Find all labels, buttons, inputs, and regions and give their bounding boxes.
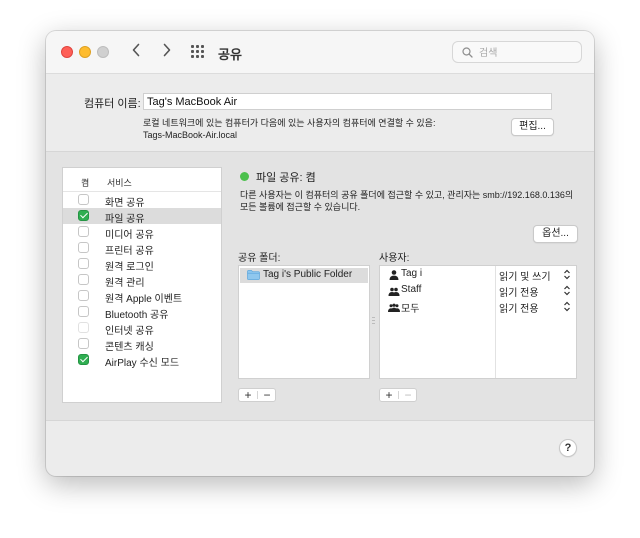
sharing-main-panel: 켬 서비스 화면 공유 파일 공유 미디어 공유 프린터 공유 원격 로그인 원… [46,151,594,421]
service-name: AirPlay 수신 모드 [105,358,180,369]
user-row[interactable]: Staff 읽기 전용 [380,283,576,299]
service-checkbox[interactable] [78,290,89,301]
service-checkbox[interactable] [78,194,89,205]
service-row-remote-apple-events[interactable]: 원격 Apple 이벤트 [63,288,221,305]
users-list: Tag i 읽기 및 쓰기 Staff 읽기 전용 모두 읽기 전용 [379,265,577,379]
info-line: 모든 볼륨에 접근할 수 있습니다. [240,202,361,212]
up-down-chevron-icon[interactable] [563,285,571,296]
search-input[interactable] [477,45,581,61]
chevron-right-icon [163,43,171,57]
window-title: 공유 [218,47,242,62]
service-checkbox[interactable] [78,306,89,317]
service-name: 콘텐츠 캐싱 [105,342,154,353]
edit-button[interactable]: 편집... [511,118,554,136]
user-row[interactable]: 모두 읽기 전용 [380,299,576,315]
computer-name-panel: 컴퓨터 이름: 로컬 네트워크에 있는 컴퓨터가 다음에 있는 사용자의 컴퓨터… [46,74,594,151]
service-name: 인터넷 공유 [105,326,154,337]
service-row-airplay-receiver[interactable]: AirPlay 수신 모드 [63,352,221,369]
remove-user-button[interactable]: − [399,389,417,401]
add-shared-folder-button[interactable]: + [239,389,257,401]
user-icon [389,270,399,280]
title-bar: 공유 [46,31,594,74]
shared-folder-name: Tag i's Public Folder [263,269,353,280]
forward-button[interactable] [159,43,175,61]
sharing-window: 공유 컴퓨터 이름: 로컬 네트워크에 있는 컴퓨터가 다음에 있는 사용자의 … [46,31,594,476]
user-name: Staff [401,284,422,295]
on-column-header: 켬 [81,178,90,188]
up-down-chevron-icon[interactable] [563,269,571,280]
remove-shared-folder-button[interactable]: − [258,389,276,401]
shared-folders-list: Tag i's Public Folder [238,265,370,379]
minimize-window-button[interactable] [79,46,91,58]
folder-icon [247,270,260,280]
zoom-window-button[interactable] [97,46,109,58]
user-name: 모두 [401,304,420,315]
service-row-file-sharing[interactable]: 파일 공유 [63,208,221,225]
service-checkbox[interactable] [78,226,89,237]
service-row-remote-management[interactable]: 원격 관리 [63,272,221,289]
services-list-header: 켬 서비스 [63,168,221,192]
service-row-media-sharing[interactable]: 미디어 공유 [63,224,221,241]
service-name: 화면 공유 [105,198,145,209]
user-add-remove: + − [379,388,417,402]
service-checkbox[interactable] [78,354,89,365]
chevron-left-icon [132,43,140,57]
computer-name-input[interactable] [143,93,552,110]
service-name: 원격 관리 [105,278,145,289]
service-column-header: 서비스 [107,178,132,188]
close-window-button[interactable] [61,46,73,58]
service-row-printer-sharing[interactable]: 프린터 공유 [63,240,221,257]
permission-popup[interactable]: 읽기 전용 [499,300,539,315]
service-checkbox[interactable] [78,210,89,221]
users-label: 사용자: [379,253,410,264]
split-view-handle[interactable] [372,317,375,325]
shared-folder-item[interactable]: Tag i's Public Folder [240,268,368,283]
permission-popup[interactable]: 읽기 전용 [499,284,539,299]
service-row-internet-sharing[interactable]: 인터넷 공유 [63,320,221,337]
services-list: 켬 서비스 화면 공유 파일 공유 미디어 공유 프린터 공유 원격 로그인 원… [62,167,222,403]
service-checkbox[interactable] [78,338,89,349]
user-row[interactable]: Tag i 읽기 및 쓰기 [380,267,576,283]
computer-name-label: 컴퓨터 이름: [84,98,141,110]
everyone-icon [388,303,400,312]
help-button[interactable]: ? [559,439,577,457]
service-name: 원격 로그인 [105,262,154,273]
file-sharing-status: 파일 공유: 켬 [256,172,316,184]
search-icon [462,47,473,58]
service-row-screen-sharing[interactable]: 화면 공유 [63,192,221,209]
computer-name-description: 로컬 네트워크에 있는 컴퓨터가 다음에 있는 사용자의 컴퓨터에 연결할 수 … [143,117,435,141]
service-checkbox[interactable] [78,274,89,285]
shared-folder-add-remove: + − [238,388,276,402]
service-row-content-caching[interactable]: 콘텐츠 캐싱 [63,336,221,353]
show-all-grid-icon[interactable] [191,45,206,58]
service-checkbox[interactable] [78,242,89,253]
back-button[interactable] [128,43,144,61]
service-name: 파일 공유 [105,214,145,225]
add-user-button[interactable]: + [380,389,398,401]
user-name: Tag i [401,268,423,279]
permission-popup[interactable]: 읽기 및 쓰기 [499,268,551,283]
service-name: 원격 Apple 이벤트 [105,294,183,305]
service-row-remote-login[interactable]: 원격 로그인 [63,256,221,273]
service-row-bluetooth-sharing[interactable]: Bluetooth 공유 [63,304,221,321]
service-checkbox[interactable] [78,322,89,333]
file-sharing-info: 다른 사용자는 이 컴퓨터의 공유 폴더에 접근할 수 있고, 관리자는 smb… [240,189,580,213]
service-name: 미디어 공유 [105,230,154,241]
local-hostname: Tags-MacBook-Air.local [143,130,238,140]
service-name: Bluetooth 공유 [105,310,169,321]
shared-folders-label: 공유 폴더: [238,253,281,264]
computer-name-desc-line: 로컬 네트워크에 있는 컴퓨터가 다음에 있는 사용자의 컴퓨터에 연결할 수 … [143,118,436,128]
group-icon [388,287,400,296]
service-name: 프린터 공유 [105,246,154,257]
info-line: 다른 사용자는 이 컴퓨터의 공유 폴더에 접근할 수 있고, 관리자는 smb… [240,190,574,200]
status-indicator-dot [240,172,249,181]
search-field[interactable] [452,41,582,63]
up-down-chevron-icon[interactable] [563,301,571,312]
options-button[interactable]: 옵션... [533,225,578,243]
service-checkbox[interactable] [78,258,89,269]
